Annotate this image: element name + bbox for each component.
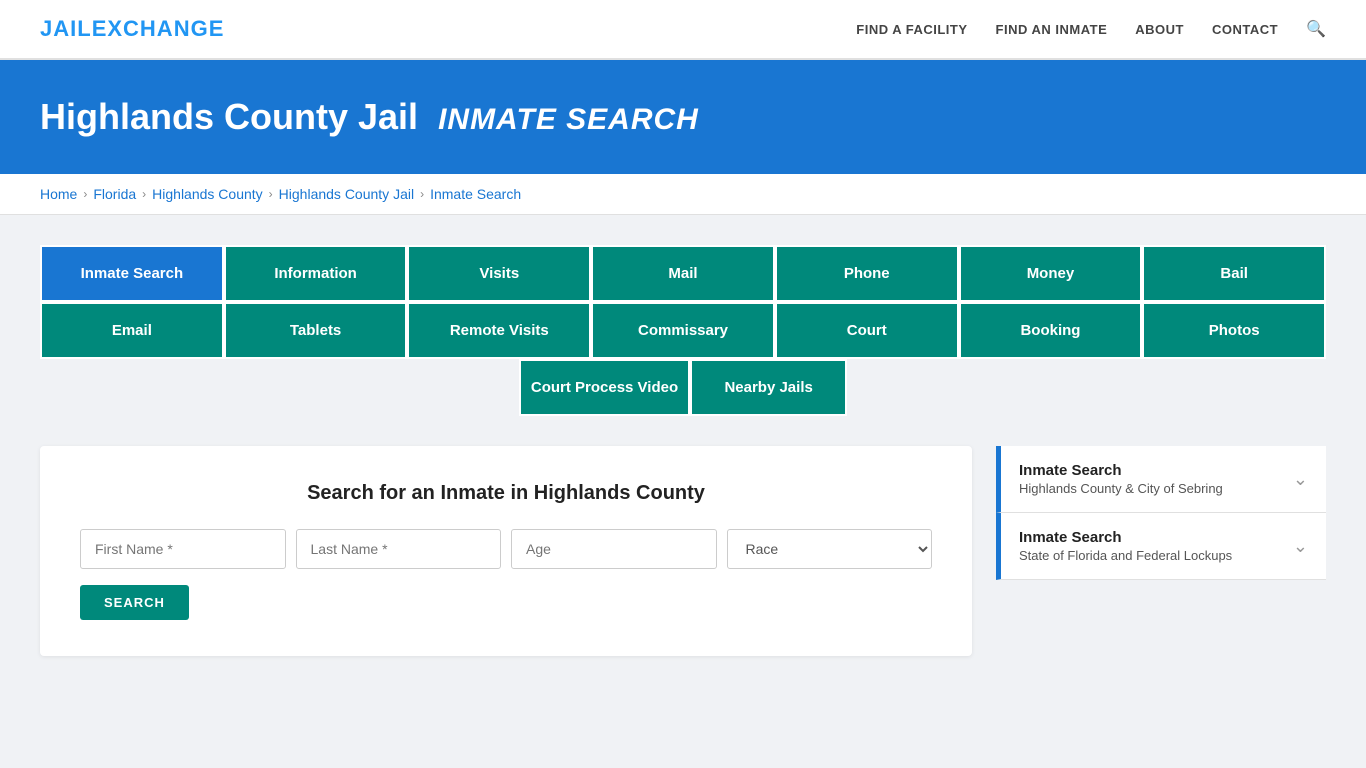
last-name-input[interactable] — [296, 529, 502, 569]
sidebar-card-1-title: Inmate Search — [1019, 529, 1232, 546]
breadcrumb-florida[interactable]: Florida — [93, 186, 136, 202]
hero-title: Highlands County Jail INMATE SEARCH — [40, 96, 1326, 138]
form-fields: Race White Black Hispanic Asian Other — [80, 529, 932, 569]
main-content: Inmate Search Information Visits Mail Ph… — [0, 215, 1366, 686]
logo-exchange: EXCHANGE — [92, 16, 225, 41]
tab-court-process-video[interactable]: Court Process Video — [519, 359, 690, 416]
tabs-row-3: Court Process Video Nearby Jails — [40, 359, 1326, 416]
tab-email[interactable]: Email — [40, 302, 224, 359]
tab-nearby-jails[interactable]: Nearby Jails — [690, 359, 847, 416]
tab-photos[interactable]: Photos — [1142, 302, 1326, 359]
search-icon[interactable]: 🔍 — [1306, 19, 1326, 39]
tabs-grid: Inmate Search Information Visits Mail Ph… — [40, 245, 1326, 416]
chevron-down-icon: ⌄ — [1293, 469, 1308, 490]
sidebar-card-0-title: Inmate Search — [1019, 462, 1223, 479]
tab-mail[interactable]: Mail — [591, 245, 775, 302]
tab-phone[interactable]: Phone — [775, 245, 959, 302]
breadcrumb-highlands-county-jail[interactable]: Highlands County Jail — [279, 186, 414, 202]
hero-banner: Highlands County Jail INMATE SEARCH — [0, 60, 1366, 174]
sidebar-card-florida[interactable]: Inmate Search State of Florida and Feder… — [996, 513, 1326, 580]
age-input[interactable] — [511, 529, 717, 569]
sidebar-card-0-sub: Highlands County & City of Sebring — [1019, 481, 1223, 496]
tab-court[interactable]: Court — [775, 302, 959, 359]
tab-remote-visits[interactable]: Remote Visits — [407, 302, 591, 359]
breadcrumb: Home › Florida › Highlands County › High… — [0, 174, 1366, 215]
tab-inmate-search[interactable]: Inmate Search — [40, 245, 224, 302]
tab-visits[interactable]: Visits — [407, 245, 591, 302]
nav-find-facility[interactable]: FIND A FACILITY — [856, 22, 967, 37]
tab-bail[interactable]: Bail — [1142, 245, 1326, 302]
site-logo[interactable]: JAILEXCHANGE — [40, 16, 224, 42]
tab-information[interactable]: Information — [224, 245, 408, 302]
tab-commissary[interactable]: Commissary — [591, 302, 775, 359]
nav-about[interactable]: ABOUT — [1135, 22, 1184, 37]
breadcrumb-current: Inmate Search — [430, 186, 521, 202]
search-button[interactable]: SEARCH — [80, 585, 189, 620]
tabs-row-2: Email Tablets Remote Visits Commissary C… — [40, 302, 1326, 359]
race-select[interactable]: Race White Black Hispanic Asian Other — [727, 529, 933, 569]
tab-booking[interactable]: Booking — [959, 302, 1143, 359]
first-name-input[interactable] — [80, 529, 286, 569]
bottom-layout: Search for an Inmate in Highlands County… — [40, 446, 1326, 656]
nav-find-inmate[interactable]: FIND AN INMATE — [996, 22, 1108, 37]
breadcrumb-home[interactable]: Home — [40, 186, 77, 202]
tabs-row-1: Inmate Search Information Visits Mail Ph… — [40, 245, 1326, 302]
tab-money[interactable]: Money — [959, 245, 1143, 302]
search-form-card: Search for an Inmate in Highlands County… — [40, 446, 972, 656]
chevron-down-icon-2: ⌄ — [1293, 536, 1308, 557]
breadcrumb-highlands-county[interactable]: Highlands County — [152, 186, 263, 202]
site-header: JAILEXCHANGE FIND A FACILITY FIND AN INM… — [0, 0, 1366, 60]
sidebar-card-highlands[interactable]: Inmate Search Highlands County & City of… — [996, 446, 1326, 513]
search-form-title: Search for an Inmate in Highlands County — [80, 482, 932, 505]
sidebar-card-1-sub: State of Florida and Federal Lockups — [1019, 548, 1232, 563]
nav-contact[interactable]: CONTACT — [1212, 22, 1278, 37]
logo-jail: JAIL — [40, 16, 92, 41]
sidebar-cards: Inmate Search Highlands County & City of… — [996, 446, 1326, 580]
main-nav: FIND A FACILITY FIND AN INMATE ABOUT CON… — [856, 19, 1326, 39]
tab-tablets[interactable]: Tablets — [224, 302, 408, 359]
